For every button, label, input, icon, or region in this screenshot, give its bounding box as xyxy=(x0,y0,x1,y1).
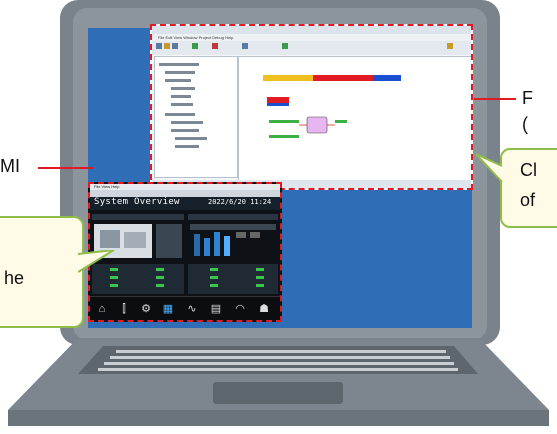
scada-title-bar xyxy=(152,26,471,34)
scada-label-line2: ( xyxy=(522,114,528,134)
trend-icon[interactable]: ∿ xyxy=(186,303,198,315)
left-callout-text: he xyxy=(4,268,25,288)
scada-canvas-drawing xyxy=(263,75,401,138)
hmi-leader-line xyxy=(38,167,94,169)
laptop-keyboard-base xyxy=(8,338,549,426)
toolbar-icon xyxy=(172,43,178,49)
report-icon[interactable]: ▤ xyxy=(210,303,222,315)
gear-icon[interactable]: ⚙ xyxy=(140,303,152,315)
toolbar-icon xyxy=(282,43,288,49)
hmi-label: MI xyxy=(0,156,20,176)
right-callout-pointer xyxy=(475,153,503,183)
toolbar-icon xyxy=(212,43,218,49)
toolbar-icon xyxy=(156,43,162,49)
right-callout-line1: Cl xyxy=(520,160,537,180)
user-icon[interactable]: ☗ xyxy=(258,303,270,315)
gauge-icon[interactable]: ◠ xyxy=(234,303,246,315)
scada-design-canvas xyxy=(238,56,471,182)
hmi-clock: 2022/6/20 11:24 xyxy=(208,198,272,206)
toolbar-icon xyxy=(192,43,198,49)
hmi-dashboard-panel xyxy=(92,214,278,294)
toolbar-icon xyxy=(447,43,453,49)
dashboard-icon[interactable]: ▦ xyxy=(162,303,174,315)
toolbar-icon xyxy=(164,43,170,49)
scada-editor-window: File Edit View Window Project Debug Help xyxy=(150,24,473,190)
hmi-toolbar xyxy=(90,190,280,197)
scada-toolbar xyxy=(152,41,471,55)
scada-label-line1: F xyxy=(522,88,533,108)
scada-project-tree xyxy=(154,56,238,178)
scada-menu-bar: File Edit View Window Project Debug Help xyxy=(152,34,471,41)
toolbar-icon xyxy=(242,43,248,49)
hmi-navigation-bar: ⌂ ⫿ ⚙ ▦ ∿ ▤ ◠ ☗ xyxy=(90,296,280,320)
scada-leader-line xyxy=(474,98,516,100)
factory-icon[interactable]: ⌂ xyxy=(96,303,108,315)
tower-icon[interactable]: ⫿ xyxy=(118,303,130,315)
hmi-page-title: System Overview xyxy=(94,197,180,207)
right-callout-line2: of xyxy=(520,190,536,210)
left-callout-pointer xyxy=(78,250,115,273)
